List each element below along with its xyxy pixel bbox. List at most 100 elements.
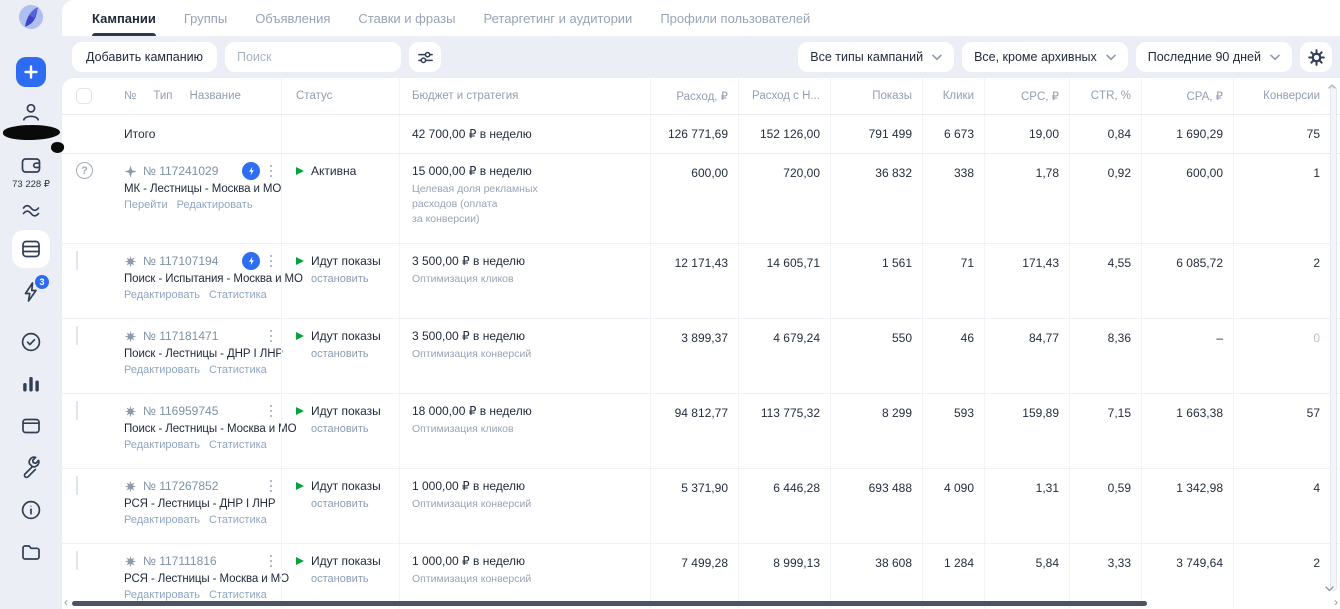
balance-amount: 73 228 ₽	[12, 179, 50, 190]
tab-bids-phrases[interactable]: Ставки и фразы	[358, 0, 455, 36]
strategy-text: Целевая доля рекламных расходов (оплата …	[412, 182, 544, 227]
play-icon	[296, 332, 304, 340]
sidebar-item-moderation[interactable]	[19, 330, 43, 354]
campaign-action-link[interactable]: Редактировать	[124, 439, 200, 451]
bar-chart-icon	[19, 372, 43, 396]
totals-cpc: 19,00	[984, 115, 1069, 153]
row-checkbox[interactable]	[76, 251, 78, 270]
campaign-type-icon-std	[124, 255, 137, 268]
totals-budget: 42 700,00 ₽ в неделю	[399, 115, 650, 153]
vertical-scrollbar[interactable]	[1330, 86, 1337, 591]
column-header-spend-vat[interactable]: Расход с Н...	[738, 78, 830, 114]
row-checkbox[interactable]	[76, 551, 78, 570]
column-header-cpa[interactable]: CPA, ₽	[1141, 78, 1233, 114]
tab-groups[interactable]: Группы	[184, 0, 227, 36]
sidebar-item-tools[interactable]	[19, 456, 43, 480]
row-checkbox[interactable]	[76, 326, 78, 345]
row-checkbox[interactable]	[76, 401, 78, 420]
totals-conversions: 75	[1233, 115, 1340, 153]
campaign-action-link[interactable]: Редактировать	[124, 514, 200, 526]
strategy-text: Оптимизация конверсий	[412, 347, 544, 362]
budget-cell: 18 000,00 ₽ в неделю Оптимизация кликов	[399, 394, 650, 468]
row-menu-button[interactable]	[267, 163, 276, 180]
column-header-spend[interactable]: Расход, ₽	[650, 78, 738, 114]
sidebar-item-documents[interactable]	[19, 540, 43, 564]
sidebar-item-balance[interactable]	[19, 153, 43, 177]
sidebar-item-campaigns[interactable]	[12, 230, 50, 268]
campaign-action-link[interactable]: Статистика	[209, 439, 267, 451]
cell-cpa: 1 342,98	[1141, 469, 1233, 543]
campaign-action-link[interactable]: Перейти	[124, 199, 168, 211]
cell-shows: 8 299	[830, 394, 922, 468]
status-stop-link[interactable]: остановить	[311, 348, 399, 360]
column-header-shows[interactable]: Показы	[830, 78, 922, 114]
table-body: ? № 117241029 МК - Лестницы - Москва и М…	[62, 154, 1340, 609]
archive-filter[interactable]: Все, кроме архивных	[962, 42, 1128, 72]
sidebar-item-overview[interactable]	[19, 198, 43, 222]
cell-spend: 3 899,37	[650, 319, 738, 393]
sidebar-item-library[interactable]	[19, 414, 43, 438]
sidebar-item-profile[interactable]	[19, 100, 43, 124]
search-input[interactable]	[237, 50, 389, 64]
totals-ctr: 0,84	[1069, 115, 1141, 153]
row-menu-button[interactable]	[267, 403, 276, 420]
scroll-up-icon[interactable]	[1328, 76, 1336, 94]
campaign-action-link[interactable]: Редактировать	[177, 199, 253, 211]
campaign-action-link[interactable]: Статистика	[209, 589, 267, 601]
campaign-type-filter[interactable]: Все типы кампаний	[798, 42, 954, 72]
select-all-checkbox[interactable]	[76, 88, 92, 104]
filters-button[interactable]	[409, 42, 441, 72]
budget-cell: 3 500,00 ₽ в неделю Оптимизация конверси…	[399, 319, 650, 393]
table-row: № 117111816 РСЯ - Лестницы - Москва и МО…	[62, 544, 1340, 609]
campaign-action-link[interactable]: Редактировать	[124, 589, 200, 601]
campaign-number: № 117241029	[143, 164, 218, 178]
cell-conversions: 2	[1233, 544, 1340, 609]
row-checkbox[interactable]	[76, 476, 78, 495]
cell-conversions: 1	[1233, 154, 1340, 243]
column-header-cpc[interactable]: CPC, ₽	[984, 78, 1069, 114]
create-button[interactable]	[16, 57, 46, 87]
cell-cpa: –	[1141, 319, 1233, 393]
campaign-action-link[interactable]: Редактировать	[124, 289, 200, 301]
campaign-title: РСЯ - Лестницы - ДНР I ЛНР	[124, 498, 281, 510]
campaign-action-link[interactable]: Статистика	[209, 289, 267, 301]
period-filter[interactable]: Последние 90 дней	[1136, 42, 1292, 72]
campaign-action-link[interactable]: Редактировать	[124, 364, 200, 376]
scroll-down-icon[interactable]	[1325, 579, 1334, 597]
status-stop-link[interactable]: остановить	[311, 573, 399, 585]
row-menu-button[interactable]	[267, 553, 276, 570]
row-select-cell	[62, 319, 106, 393]
yandex-direct-logo[interactable]	[18, 4, 44, 30]
status-stop-link[interactable]: остановить	[311, 498, 399, 510]
tab-ads[interactable]: Объявления	[255, 0, 330, 36]
row-menu-button[interactable]	[267, 253, 276, 270]
tab-retargeting[interactable]: Ретаргетинг и аудитории	[483, 0, 632, 36]
cell-spend: 7 499,28	[650, 544, 738, 609]
sidebar-item-statistics[interactable]	[19, 372, 43, 396]
status-stop-link[interactable]: остановить	[311, 273, 399, 285]
row-menu-button[interactable]	[267, 478, 276, 495]
status-stop-link[interactable]: остановить	[311, 423, 399, 435]
cell-clicks: 46	[922, 319, 984, 393]
sidebar-item-recommendations[interactable]: 3	[19, 280, 43, 304]
row-menu-button[interactable]	[267, 328, 276, 345]
help-icon[interactable]: ?	[76, 162, 93, 179]
column-header-conversions[interactable]: Конверсии	[1233, 78, 1340, 114]
cell-spend: 600,00	[650, 154, 738, 243]
table-settings-button[interactable]	[1300, 42, 1332, 72]
add-campaign-button[interactable]: Добавить кампанию	[72, 42, 217, 72]
tab-campaigns[interactable]: Кампании	[92, 0, 156, 36]
cell-clicks: 4 090	[922, 469, 984, 543]
campaign-action-link[interactable]: Статистика	[209, 364, 267, 376]
scroll-right-arrow[interactable]: ›	[1334, 596, 1338, 608]
campaign-action-link[interactable]: Статистика	[209, 514, 267, 526]
column-header-clicks[interactable]: Клики	[922, 78, 984, 114]
horizontal-scrollbar[interactable]	[72, 601, 1147, 606]
scroll-left-arrow[interactable]: ‹	[64, 596, 68, 608]
cell-conversions: 0	[1233, 319, 1340, 393]
tab-user-profiles[interactable]: Профили пользователей	[660, 0, 810, 36]
column-header-ctr[interactable]: CTR, %	[1069, 78, 1141, 114]
cell-cpc: 159,89	[984, 394, 1069, 468]
cell-shows: 38 608	[830, 544, 922, 609]
sidebar-item-help[interactable]	[19, 498, 43, 522]
